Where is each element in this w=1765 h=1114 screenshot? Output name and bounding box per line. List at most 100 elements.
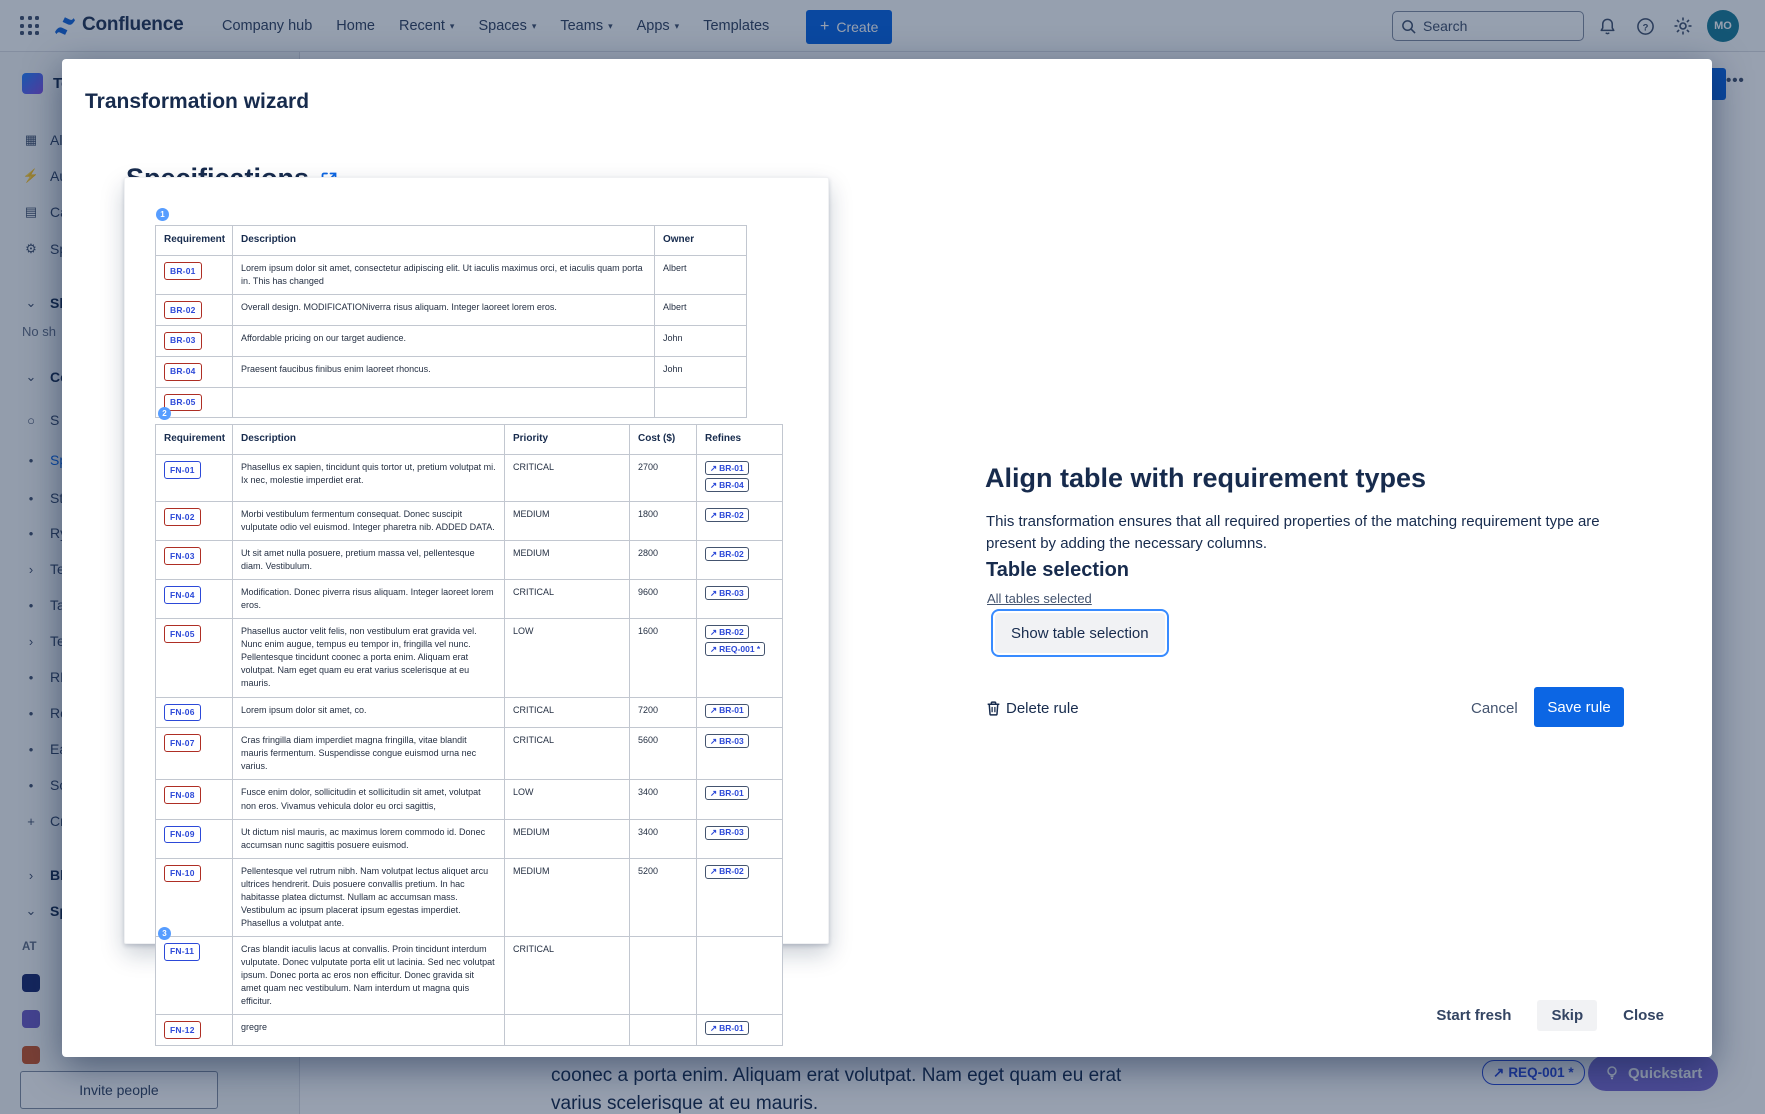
requirement-chip[interactable]: FN-09 xyxy=(164,826,201,844)
table-selection-status: All tables selected xyxy=(987,591,1092,606)
table-row: FN-05Phasellus auctor velit felis, non v… xyxy=(156,619,783,697)
table-row: FN-02Morbi vestibulum fermentum consequa… xyxy=(156,502,783,541)
requirement-chip[interactable]: FN-08 xyxy=(164,786,201,804)
start-fresh-button[interactable]: Start fresh xyxy=(1424,1000,1523,1031)
requirement-chip[interactable]: FN-06 xyxy=(164,704,201,722)
preview-table: RequirementDescriptionOwnerBR-01Lorem ip… xyxy=(155,225,747,418)
description-cell: Ut sit amet nulla posuere, pretium massa… xyxy=(233,541,505,580)
cost-cell xyxy=(630,936,697,1014)
description-cell: Lorem ipsum dolor sit amet, co. xyxy=(233,697,505,728)
requirement-chip[interactable]: FN-05 xyxy=(164,625,201,643)
refines-link-chip[interactable]: ↗REQ-001 * xyxy=(705,642,765,656)
requirement-chip[interactable]: BR-04 xyxy=(164,363,202,381)
priority-cell: CRITICAL xyxy=(505,697,630,728)
skip-button[interactable]: Skip xyxy=(1537,1000,1597,1031)
requirement-cell: FN-01 xyxy=(156,455,233,502)
cost-cell: 1600 xyxy=(630,619,697,697)
requirement-chip[interactable]: FN-12 xyxy=(164,1021,201,1039)
table-badge: 1 xyxy=(156,208,169,221)
table-row: BR-02 Overall design. MODIFICATIONiverra … xyxy=(156,295,747,326)
rule-heading: Align table with requirement types xyxy=(985,463,1426,494)
priority-cell: MEDIUM xyxy=(505,541,630,580)
priority-cell xyxy=(505,1015,630,1046)
refines-line: ↗BR-01 xyxy=(705,786,774,800)
cancel-button[interactable]: Cancel xyxy=(1457,690,1532,726)
refines-line: ↗BR-03 xyxy=(705,734,774,748)
external-arrow-icon: ↗ xyxy=(710,480,717,490)
table-row: FN-10 Pellentesque vel rutrum nibh. Nam v… xyxy=(156,858,783,936)
external-arrow-icon: ↗ xyxy=(710,788,717,798)
requirement-chip[interactable]: FN-04 xyxy=(164,586,201,604)
refines-link-chip[interactable]: ↗BR-01 xyxy=(705,1021,749,1035)
refines-cell: ↗BR-03 xyxy=(697,580,783,619)
requirement-cell: FN-07 xyxy=(156,728,233,780)
refines-cell: ↗BR-01 xyxy=(697,697,783,728)
refines-link-chip[interactable]: ↗BR-02 xyxy=(705,865,749,879)
priority-cell: CRITICAL xyxy=(505,728,630,780)
refines-link-chip[interactable]: ↗BR-02 xyxy=(705,508,749,522)
requirement-chip[interactable]: FN-07 xyxy=(164,734,201,752)
close-button[interactable]: Close xyxy=(1611,1000,1676,1031)
requirement-cell: FN-11 xyxy=(156,936,233,1014)
refines-line: ↗BR-02 xyxy=(705,547,774,561)
requirement-chip[interactable]: FN-01 xyxy=(164,461,201,479)
preview-card: 1RequirementDescriptionOwnerBR-01Lorem i… xyxy=(124,177,829,944)
table-row: FN-06 Lorem ipsum dolor sit amet, co.CRIT… xyxy=(156,697,783,728)
refines-link-chip[interactable]: ↗BR-03 xyxy=(705,734,749,748)
description-cell: Phasellus ex sapien, tincidunt quis tort… xyxy=(233,455,505,502)
cost-cell: 5600 xyxy=(630,728,697,780)
delete-rule-button[interactable]: Delete rule xyxy=(985,690,1079,726)
requirement-chip[interactable]: FN-11 xyxy=(164,943,200,961)
refines-link-chip[interactable]: ↗BR-01 xyxy=(705,786,749,800)
priority-cell: LOW xyxy=(505,619,630,697)
table-row: FN-09Ut dictum nisl mauris, ac maximus l… xyxy=(156,819,783,858)
description-cell: Pellentesque vel rutrum nibh. Nam volutp… xyxy=(233,858,505,936)
show-table-selection-button[interactable]: Show table selection xyxy=(995,613,1165,653)
refines-cell: ↗BR-03 xyxy=(697,819,783,858)
cost-cell xyxy=(630,1015,697,1046)
refines-cell: ↗BR-02 xyxy=(697,502,783,541)
priority-cell: CRITICAL xyxy=(505,455,630,502)
requirement-chip[interactable]: FN-10 xyxy=(164,865,201,883)
table-row: FN-01 Phasellus ex sapien, tincidunt quis… xyxy=(156,455,783,502)
refines-link-chip[interactable]: ↗BR-02 xyxy=(705,625,749,639)
refines-link-chip[interactable]: ↗BR-02 xyxy=(705,547,749,561)
refines-link-chip[interactable]: ↗BR-03 xyxy=(705,586,749,600)
refines-line: ↗BR-01 xyxy=(705,461,774,475)
column-header: Requirement xyxy=(156,425,233,455)
requirement-cell: BR-02 xyxy=(156,295,233,326)
priority-cell: MEDIUM xyxy=(505,858,630,936)
requirement-chip[interactable]: BR-02 xyxy=(164,301,202,319)
column-header: Owner xyxy=(655,226,747,256)
description-cell: Fusce enim dolor, sollicitudin et sollic… xyxy=(233,780,505,819)
column-header: Cost ($) xyxy=(630,425,697,455)
cost-cell: 2700 xyxy=(630,455,697,502)
cost-cell: 7200 xyxy=(630,697,697,728)
table-row: FN-11Cras blandit iaculis lacus at conva… xyxy=(156,936,783,1014)
requirement-chip[interactable]: BR-01 xyxy=(164,262,202,280)
external-arrow-icon: ↗ xyxy=(710,588,717,598)
description-cell: Overall design. MODIFICATIONiverra risus… xyxy=(233,295,655,326)
refines-link-chip[interactable]: ↗BR-01 xyxy=(705,461,749,475)
requirement-cell: FN-12 xyxy=(156,1015,233,1046)
requirement-chip[interactable]: FN-02 xyxy=(164,508,201,526)
save-rule-button[interactable]: Save rule xyxy=(1534,687,1624,727)
requirement-chip[interactable]: BR-03 xyxy=(164,332,202,350)
refines-link-chip[interactable]: ↗BR-03 xyxy=(705,826,749,840)
screen: Confluence Company hubHomeRecent▾Spaces▾… xyxy=(0,0,1765,1114)
refines-cell: ↗BR-02 xyxy=(697,858,783,936)
rule-description: This transformation ensures that all req… xyxy=(986,511,1614,555)
table-header-row: RequirementDescriptionPriorityCost ($)Re… xyxy=(156,425,783,455)
refines-cell: ↗BR-02 xyxy=(697,541,783,580)
external-arrow-icon: ↗ xyxy=(710,866,717,876)
column-header: Description xyxy=(233,425,505,455)
refines-line: ↗BR-02 xyxy=(705,508,774,522)
requirement-chip[interactable]: FN-03 xyxy=(164,547,201,565)
table-badge: 2 xyxy=(158,407,171,420)
refines-link-chip[interactable]: ↗BR-04 xyxy=(705,478,749,492)
refines-link-chip[interactable]: ↗BR-01 xyxy=(705,704,749,718)
preview-table: RequirementDescriptionPriorityCost ($)Re… xyxy=(155,424,783,1046)
column-header: Description xyxy=(233,226,655,256)
refines-cell: ↗BR-02 ↗REQ-001 * xyxy=(697,619,783,697)
modal-title: Transformation wizard xyxy=(85,90,309,114)
